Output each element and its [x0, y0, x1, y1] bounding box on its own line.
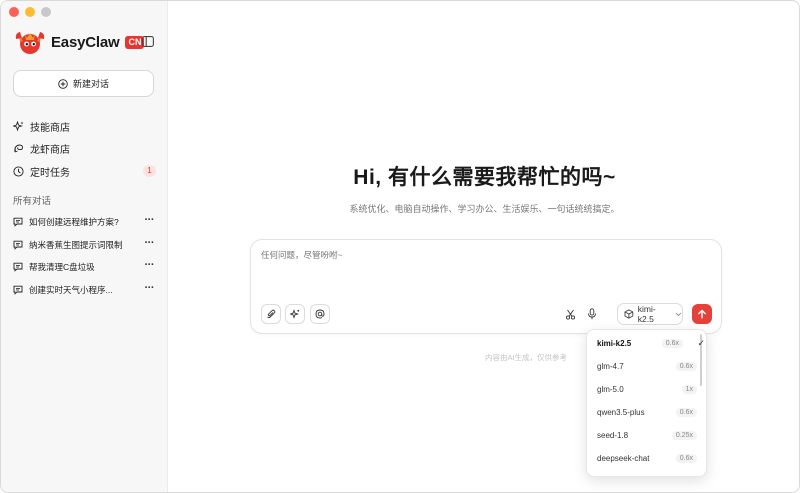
sidebar-nav: 技能商店 龙虾商店 定时任务 1 [13, 115, 156, 183]
model-option-name: deepseek-chat [597, 453, 650, 463]
more-options-icon[interactable]: ··· [145, 259, 155, 271]
app-window: EasyClaw CN 新建对话 技能商店 龙虾商店 定时任务 1 所有对话 如… [0, 0, 800, 493]
chat-composer: kimi-k2.5 [250, 239, 722, 334]
conversation-item[interactable]: 如何创建远程维护方案? ··· [13, 211, 156, 234]
paperclip-icon [267, 309, 276, 318]
sparkle-icon [13, 120, 24, 131]
model-option[interactable]: deepseek-chat 0.6x [597, 451, 697, 465]
model-option-name: glm-4.7 [597, 361, 624, 371]
minimize-window-button[interactable] [25, 7, 35, 17]
sidebar-toggle-icon[interactable] [142, 36, 154, 47]
checkmark-icon: ✓ [697, 337, 705, 348]
model-multiplier-badge: 0.6x [675, 361, 697, 371]
magic-wand-button[interactable] [285, 304, 305, 324]
new-chat-button[interactable]: 新建对话 [13, 70, 154, 97]
conversation-item[interactable]: 纳米香蕉生图提示词限制 ··· [13, 234, 156, 257]
conversation-item[interactable]: 创建实时天气小程序... ··· [13, 279, 156, 302]
sidebar-item-shrimp-store[interactable]: 龙虾商店 [13, 138, 156, 160]
greeting-heading: Hi, 有什么需要我帮忙的吗~ [353, 166, 616, 189]
conversations-section-title: 所有对话 [13, 196, 52, 207]
sidebar-item-label: 技能商店 [30, 122, 70, 134]
cube-icon [624, 309, 634, 319]
send-button[interactable] [692, 304, 712, 324]
model-option[interactable]: glm-5.0 1x [597, 382, 697, 396]
model-option-name: qwen3.5-plus [597, 407, 645, 417]
conversation-title: 如何创建远程维护方案? [29, 217, 119, 228]
chat-input[interactable] [261, 250, 701, 260]
attach-button[interactable] [261, 304, 281, 324]
chat-bubble-icon [13, 218, 23, 228]
task-count-badge: 1 [143, 165, 156, 177]
greeting-subtitle: 系统优化、电脑自动操作、学习办公、生活娱乐、一句话统统搞定。 [349, 204, 620, 214]
conversation-title: 创建实时天气小程序... [29, 284, 113, 295]
model-option[interactable]: seed-1.8 0.25x [597, 428, 697, 442]
model-option-name: glm-5.0 [597, 384, 624, 394]
ai-disclaimer: 内容由AI生成，仅供参考 [484, 353, 568, 362]
clock-icon [13, 165, 24, 177]
model-multiplier-badge: 0.6x [675, 407, 697, 417]
maximize-window-button[interactable] [41, 7, 51, 17]
chat-bubble-icon [13, 240, 23, 250]
conversation-title: 纳米香蕉生图提示词限制 [29, 239, 123, 250]
model-multiplier-badge: 1x [681, 384, 697, 394]
sidebar-item-label: 龙虾商店 [30, 145, 70, 156]
more-options-icon[interactable]: ··· [145, 282, 155, 294]
model-option[interactable]: kimi-k2.5 0.6x ✓ [597, 336, 705, 350]
microphone-icon[interactable] [586, 308, 598, 320]
arrow-up-icon [698, 309, 706, 319]
scissors-icon[interactable] [564, 308, 576, 320]
shrimp-icon [14, 144, 24, 153]
plus-circle-icon [58, 78, 68, 89]
conversation-list: 如何创建远程维护方案? ··· 纳米香蕉生图提示词限制 ··· 帮我清理C盘垃圾… [13, 211, 156, 301]
app-name: EasyClaw [51, 33, 120, 51]
conversation-title: 帮我清理C盘垃圾 [29, 262, 95, 273]
chevron-down-icon [675, 312, 682, 316]
app-logo: EasyClaw CN [13, 29, 145, 55]
model-multiplier-badge: 0.6x [661, 338, 683, 348]
mention-button[interactable] [310, 304, 330, 324]
more-options-icon[interactable]: ··· [145, 237, 155, 249]
model-option-name: kimi-k2.5 [597, 338, 632, 348]
model-option[interactable]: glm-4.7 0.6x [597, 359, 697, 373]
conversation-item[interactable]: 帮我清理C盘垃圾 ··· [13, 256, 156, 279]
chat-bubble-icon [13, 285, 23, 295]
new-chat-label: 新建对话 [72, 79, 109, 89]
selected-model-label: kimi-k2.5 [637, 304, 656, 324]
sidebar-item-skill-store[interactable]: 技能商店 [13, 115, 156, 137]
model-multiplier-badge: 0.25x [671, 430, 697, 440]
more-options-icon[interactable]: ··· [145, 214, 155, 226]
model-selector[interactable]: kimi-k2.5 [617, 303, 683, 325]
model-multiplier-badge: 0.6x [675, 453, 697, 463]
window-controls [9, 7, 51, 17]
lobster-logo-icon [15, 32, 45, 54]
sidebar: EasyClaw CN 新建对话 技能商店 龙虾商店 定时任务 1 所有对话 如… [1, 1, 168, 492]
sparkle-icon [290, 309, 300, 319]
sidebar-item-scheduled-tasks[interactable]: 定时任务 1 [13, 160, 156, 182]
model-option[interactable]: qwen3.5-plus 0.6x [597, 405, 697, 419]
close-window-button[interactable] [9, 7, 19, 17]
model-option-name: seed-1.8 [597, 430, 629, 440]
chat-bubble-icon [13, 263, 23, 273]
at-sign-icon [315, 309, 325, 319]
sidebar-item-label: 定时任务 [30, 167, 70, 179]
model-dropdown: kimi-k2.5 0.6x ✓ glm-4.7 0.6x glm-5.0 1x… [586, 329, 707, 477]
